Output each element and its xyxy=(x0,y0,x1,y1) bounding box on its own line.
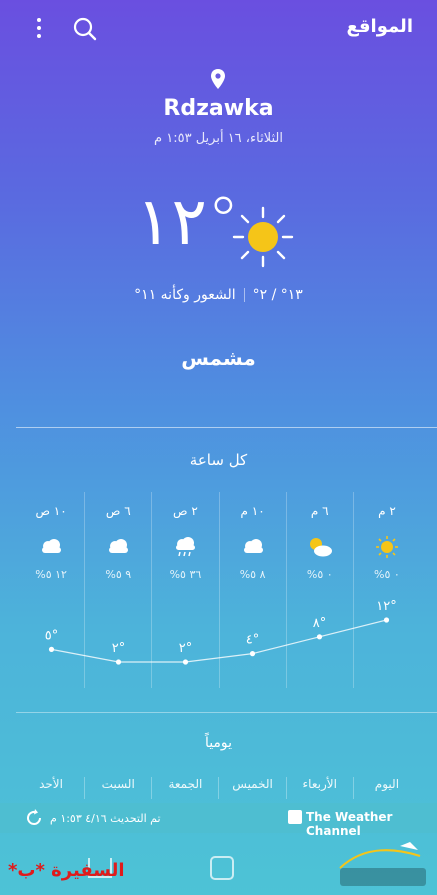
hour-time: ٢ ص xyxy=(173,504,198,518)
high-low-temp: ١٣° / ٢° xyxy=(252,287,303,303)
cloud-icon xyxy=(240,536,266,558)
hour-time: ٦ م xyxy=(310,504,329,518)
precipitation: ١٢ ٥% xyxy=(35,568,67,581)
precipitation: ٨ ٥% xyxy=(239,568,266,581)
daily-day[interactable]: اليوم xyxy=(352,777,420,799)
temperature-point xyxy=(182,659,189,665)
cloud-icon xyxy=(105,536,131,558)
precipitation: ٩ ٥% xyxy=(105,568,132,581)
refresh-icon[interactable] xyxy=(24,808,44,828)
more-vertical-icon[interactable] xyxy=(30,18,48,42)
page-title: المواقع xyxy=(346,16,413,37)
hourly-temperature: ٢° xyxy=(112,641,125,656)
location-pin-icon xyxy=(209,68,227,90)
daily-title: يومياً xyxy=(204,735,233,751)
precipitation: ٠ ٥% xyxy=(306,568,333,581)
temperature-point xyxy=(316,634,323,640)
weather-condition: مشمس xyxy=(181,346,256,370)
feels-like: الشعور وكأنه ١١° xyxy=(134,287,236,303)
high-low-feels-like: ١٣° / ٢° الشعور وكأنه ١١° xyxy=(0,287,437,303)
separator xyxy=(243,288,245,302)
temperature-point xyxy=(383,617,390,623)
hour-time: ١٠ م xyxy=(240,504,265,518)
divider xyxy=(16,712,437,713)
sun-icon xyxy=(374,536,400,558)
temperature-point xyxy=(249,651,256,657)
cloud-icon xyxy=(38,536,64,558)
daily-forecast[interactable]: اليوم الأربعاء الخميس الجمعة السبت الأحد xyxy=(18,777,420,799)
provider-name[interactable]: The Weather Channel xyxy=(306,810,437,838)
home-button[interactable] xyxy=(210,856,234,880)
divider xyxy=(16,427,437,428)
hourly-temperature: ١٢° xyxy=(376,599,396,614)
date-time: الثلاثاء، ١٦ أبريل ١:٥٣ م xyxy=(154,131,283,146)
hourly-temperature: ٥° xyxy=(45,628,58,643)
temperature-point xyxy=(48,646,55,652)
temperature-line xyxy=(51,619,387,663)
daily-day[interactable]: الجمعة xyxy=(151,777,218,799)
current-temperature: ١٢° xyxy=(136,183,240,260)
daily-day[interactable]: الخميس xyxy=(218,777,285,799)
rain-cloud-icon xyxy=(172,536,198,558)
temperature-point xyxy=(115,659,122,665)
daily-day[interactable]: السبت xyxy=(84,777,151,799)
sun-icon xyxy=(232,206,294,268)
hourly-temperature: ٢° xyxy=(179,641,192,656)
hour-time: ١٠ ص xyxy=(35,504,67,518)
partly-cloudy-icon xyxy=(307,536,333,558)
search-icon[interactable] xyxy=(72,16,98,42)
travelers-logo xyxy=(330,838,430,890)
city-name[interactable]: Rdzawka xyxy=(0,96,437,121)
hour-time: ٦ ص xyxy=(105,504,131,518)
hourly-title: كل ساعة xyxy=(189,451,248,469)
hourly-temperature: ٤° xyxy=(246,633,259,648)
last-updated: تم التحديث ٤/١٦ ١:٥٣ م xyxy=(50,812,161,825)
watermark-text: السفيرة *ب* xyxy=(8,860,125,881)
precipitation: ٠ ٥% xyxy=(374,568,400,581)
hourly-temperature-graph: ٥° ٢° ٢° ٤° ٨° ١٢° xyxy=(45,599,397,665)
precipitation: ٣٦ ٥% xyxy=(169,568,202,581)
weather-channel-logo-icon xyxy=(288,810,302,824)
daily-day[interactable]: الأحد xyxy=(18,777,84,799)
daily-day[interactable]: الأربعاء xyxy=(285,777,353,799)
hour-time: ٢ م xyxy=(378,504,396,518)
hourly-temperature: ٨° xyxy=(313,616,326,631)
